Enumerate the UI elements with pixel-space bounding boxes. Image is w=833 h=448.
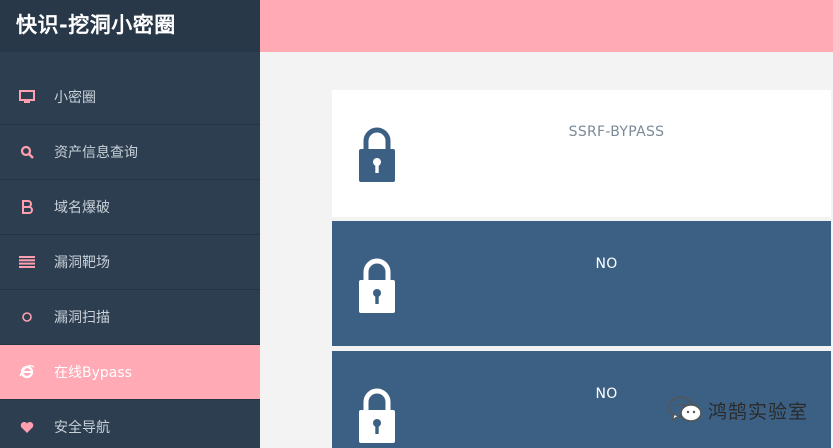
sidebar-item-label: 漏洞扫描	[54, 310, 110, 326]
card-title: NO	[595, 256, 618, 272]
sidebar-item-label: 漏洞靶场	[54, 255, 110, 271]
watermark-text: 鸿鹄实验室	[708, 400, 809, 423]
wechat-icon	[668, 396, 702, 422]
sidebar-item-label: 资产信息查询	[54, 145, 138, 161]
ie-icon	[0, 364, 54, 380]
sidebar-item-label: 域名爆破	[54, 200, 110, 216]
watermark: 鸿鹄实验室	[668, 396, 808, 424]
sidebar-item-label: 在线Bypass	[54, 365, 132, 381]
sidebar-item-vuln-scan[interactable]: 漏洞扫描	[0, 290, 260, 345]
sidebar-item-online-bypass[interactable]: 在线Bypass	[0, 345, 260, 400]
heart-icon	[0, 421, 54, 434]
sidebar-item-label: 小密圈	[54, 90, 96, 106]
sidebar-menu: 小密圈 资产信息查询 域名爆破 漏洞靶场 漏洞扫描 在线Bypass 安全导航	[0, 70, 260, 448]
list-icon	[0, 256, 54, 268]
top-header-bar	[260, 0, 833, 52]
sidebar-item-label: 安全导航	[54, 420, 110, 436]
bold-icon	[0, 200, 54, 214]
main-content: SSRF-BYPASS NO NO	[260, 52, 833, 448]
sidebar-item-vuln-range[interactable]: 漏洞靶场	[0, 235, 260, 290]
sidebar-item-domain-brute[interactable]: 域名爆破	[0, 180, 260, 235]
bypass-card[interactable]: NO	[332, 221, 831, 346]
card-title: SSRF-BYPASS	[568, 124, 665, 140]
search-icon	[0, 145, 54, 159]
app-title: 快识-挖洞小密圈	[0, 0, 260, 52]
sidebar-item-security-nav[interactable]: 安全导航	[0, 400, 260, 448]
circle-icon	[0, 311, 54, 323]
bypass-card[interactable]: SSRF-BYPASS	[332, 90, 831, 217]
sidebar-item-asset-query[interactable]: 资产信息查询	[0, 125, 260, 180]
sidebar: 快识-挖洞小密圈 小密圈 资产信息查询 域名爆破 漏洞靶场 漏洞扫描 在线Byp…	[0, 0, 260, 448]
monitor-icon	[0, 90, 54, 104]
sidebar-item-xiaomiquan[interactable]: 小密圈	[0, 70, 260, 125]
